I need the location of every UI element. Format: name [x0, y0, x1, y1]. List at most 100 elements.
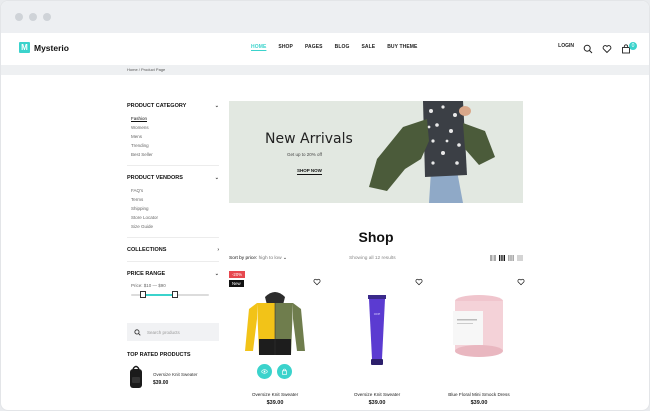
price-range-slider[interactable]: [131, 290, 209, 300]
product-search[interactable]: Search products: [127, 323, 219, 341]
price-range-text: Price: $10 — $90: [131, 283, 166, 288]
product-price: $39.00: [266, 400, 284, 406]
category-item[interactable]: Best Seller: [127, 150, 219, 159]
category-list: Fashion Womens Mens Trending Best Seller: [127, 114, 219, 159]
result-count: Showing all 12 results: [349, 256, 396, 261]
product-category-header[interactable]: PRODUCT CATEGORY ⌄: [127, 101, 219, 111]
product-price: $39.00: [368, 400, 386, 406]
sort-dropdown[interactable]: Sort by price: high to low ⌄: [229, 256, 287, 261]
banner-subtitle: Get up to 20% off: [287, 152, 322, 157]
chevron-down-icon: ⌄: [214, 271, 219, 277]
browser-window: M Mysterio HOME SHOP PAGES BLOG SALE BUY…: [0, 0, 650, 411]
grid-view-toggles: [490, 255, 523, 261]
chevron-down-icon: ⌄: [282, 256, 287, 261]
product-vendors-title: PRODUCT VENDORS: [127, 175, 183, 181]
new-badge: New: [229, 280, 244, 287]
site-header: M Mysterio HOME SHOP PAGES BLOG SALE BUY…: [1, 33, 649, 63]
window-dot: [29, 13, 37, 21]
product-image[interactable]: [433, 289, 525, 373]
top-rated-item[interactable]: Oversize Knit Sweater $39.00: [127, 364, 219, 390]
wishlist-heart-icon[interactable]: [415, 278, 423, 286]
heart-icon[interactable]: [602, 41, 612, 54]
cart-icon[interactable]: 0: [621, 41, 637, 54]
discount-badge: -20%: [229, 271, 246, 278]
category-item[interactable]: Trending: [127, 141, 219, 150]
vendor-item[interactable]: FAQ's: [127, 186, 219, 195]
vendor-item[interactable]: Size Guide: [127, 222, 219, 231]
add-to-cart-button[interactable]: [277, 364, 292, 379]
category-item[interactable]: Womens: [127, 123, 219, 132]
top-rated-title: TOP RATED PRODUCTS: [127, 352, 191, 358]
logo-mark: M: [19, 42, 30, 53]
collections-header[interactable]: COLLECTIONS ›: [127, 245, 219, 255]
vendor-item[interactable]: Terms: [127, 195, 219, 204]
wishlist-heart-icon[interactable]: [517, 278, 525, 286]
shop-now-button[interactable]: SHOP NOW: [297, 168, 322, 175]
grid-4-icon[interactable]: [499, 255, 505, 261]
chevron-down-icon: ⌄: [214, 175, 219, 181]
product-name[interactable]: Oversize Knit Sweater: [229, 392, 321, 397]
main-nav: HOME SHOP PAGES BLOG SALE BUY THEME: [251, 44, 429, 50]
vendor-list: FAQ's Terms Shipping Store Locator Size …: [127, 186, 219, 231]
quick-view-button[interactable]: [257, 364, 272, 379]
breadcrumb-bar: Home / Product Page: [1, 65, 649, 75]
svg-text:ODE: ODE: [374, 312, 381, 316]
chevron-down-icon: ⌄: [214, 103, 219, 109]
slider-max-handle[interactable]: [172, 291, 178, 298]
product-card[interactable]: -20% New Oversize Knit Sweater $39.00: [229, 271, 321, 410]
nav-home[interactable]: HOME: [251, 44, 266, 50]
search-icon: [134, 323, 141, 341]
nav-blog[interactable]: BLOG: [335, 44, 350, 50]
banner-title: New Arrivals: [265, 131, 353, 147]
product-vendors-header[interactable]: PRODUCT VENDORS ⌄: [127, 173, 219, 183]
window-dot: [43, 13, 51, 21]
nav-sale[interactable]: SALE: [361, 44, 375, 50]
search-icon[interactable]: [583, 41, 593, 54]
breadcrumb: Home / Product Page: [127, 67, 166, 72]
slider-min-handle[interactable]: [140, 291, 146, 298]
bag-icon: [282, 368, 287, 375]
sort-value: high to low: [258, 256, 282, 261]
banner-model-image: [369, 101, 495, 203]
divider: [127, 261, 219, 262]
collections-title: COLLECTIONS: [127, 247, 167, 253]
product-card[interactable]: Blue Floral Mini Smock Dress $39.00: [433, 271, 525, 410]
price-range-header[interactable]: PRICE RANGE ⌄: [127, 269, 219, 279]
promo-banner[interactable]: New Arrivals Get up to 20% off SHOP NOW: [229, 101, 523, 203]
wishlist-heart-icon[interactable]: [313, 278, 321, 286]
nav-buy-theme[interactable]: BUY THEME: [387, 44, 417, 50]
logo[interactable]: M Mysterio: [19, 42, 69, 53]
shop-title: Shop: [358, 229, 394, 245]
product-name[interactable]: Oversize Knit Sweater: [331, 392, 423, 397]
product-thumbnail[interactable]: [127, 364, 145, 390]
grid-3-icon[interactable]: [508, 255, 514, 261]
product-name[interactable]: Blue Floral Mini Smock Dress: [433, 392, 525, 397]
browser-chrome: [1, 1, 649, 33]
shop-toolbar: Sort by price: high to low ⌄ Showing all…: [229, 255, 523, 264]
vendor-item[interactable]: Shipping: [127, 204, 219, 213]
chevron-right-icon: ›: [217, 247, 219, 253]
product-price: $39.00: [470, 400, 488, 406]
grid-2-icon[interactable]: [490, 255, 496, 261]
header-actions: LOGIN 0: [558, 41, 637, 54]
category-item[interactable]: Fashion: [127, 114, 219, 123]
slider-fill: [143, 294, 175, 296]
product-image[interactable]: [229, 289, 321, 373]
sidebar: PRODUCT CATEGORY ⌄ Fashion Womens Mens T…: [127, 101, 219, 390]
top-rated-name[interactable]: Oversize Knit Sweater: [153, 372, 198, 377]
login-link[interactable]: LOGIN: [558, 43, 574, 49]
category-item[interactable]: Mens: [127, 132, 219, 141]
sort-label: Sort by price:: [229, 256, 258, 261]
top-rated-info: Oversize Knit Sweater $39.00: [153, 364, 198, 390]
nav-pages[interactable]: PAGES: [305, 44, 323, 50]
cart-count-badge: 0: [629, 42, 637, 50]
nav-shop[interactable]: SHOP: [278, 44, 293, 50]
window-dot: [15, 13, 23, 21]
vendor-item[interactable]: Store Locator: [127, 213, 219, 222]
product-category-title: PRODUCT CATEGORY: [127, 103, 187, 109]
list-view-icon[interactable]: [517, 255, 523, 261]
search-input[interactable]: Search products: [147, 330, 180, 335]
product-image[interactable]: ODE: [331, 289, 423, 373]
product-card[interactable]: ODE Oversize Knit Sweater $39.00: [331, 271, 423, 410]
divider: [127, 165, 219, 166]
